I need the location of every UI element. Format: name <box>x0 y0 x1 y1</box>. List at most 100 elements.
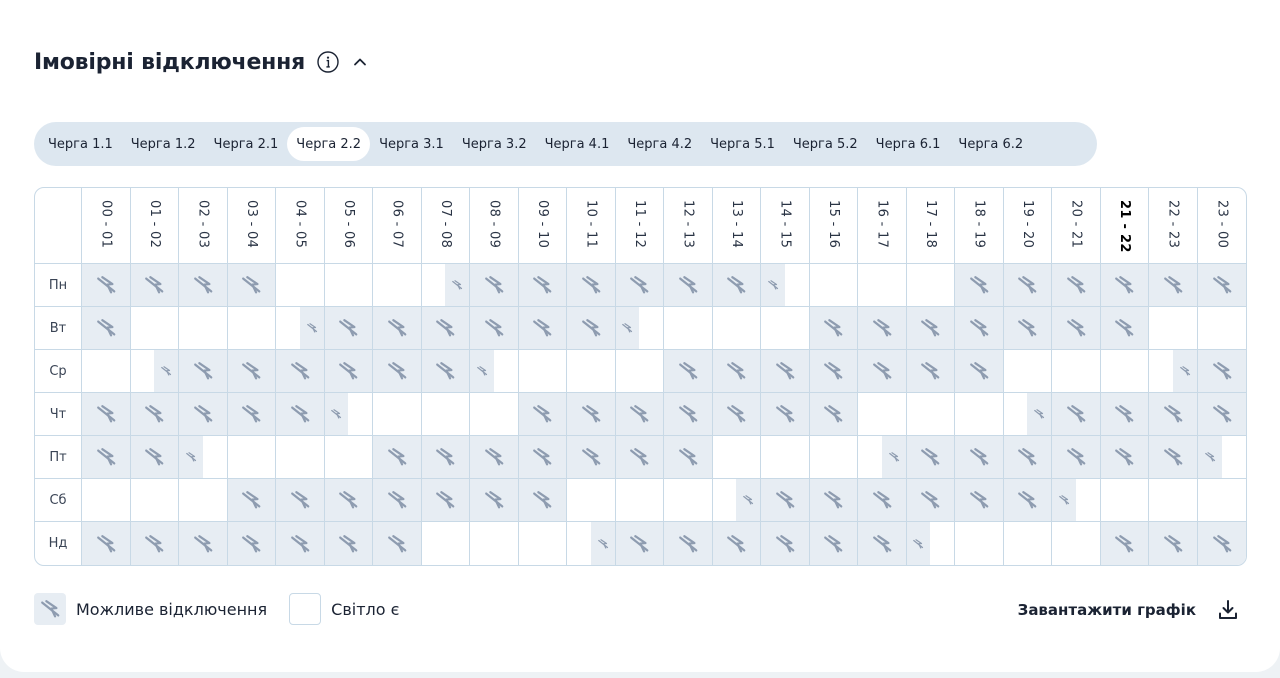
slot-outage <box>179 522 228 565</box>
hour-header: 08 - 09 <box>470 188 519 264</box>
lightning-off-icon <box>96 448 116 466</box>
lightning-off-icon <box>1163 534 1183 552</box>
slot-power-on <box>761 307 810 350</box>
lightning-off-icon <box>1066 448 1086 466</box>
lightning-off-icon <box>1163 276 1183 294</box>
slot-power-on <box>761 436 810 479</box>
outage-fill <box>955 436 1003 478</box>
lightning-off-icon <box>436 448 455 466</box>
slot-outage <box>955 307 1004 350</box>
slot-power-on <box>1100 479 1149 522</box>
lightning-off-icon <box>1018 319 1037 337</box>
slot-power-on <box>179 479 228 522</box>
outage-fill <box>955 307 1003 349</box>
slot-outage <box>470 436 519 479</box>
lightning-off-icon <box>1163 448 1183 466</box>
slot-power-on <box>82 479 131 522</box>
outage-fill <box>82 393 130 435</box>
outage-fill <box>324 479 372 521</box>
outage-fill <box>1100 307 1148 349</box>
tab-queue-3-1[interactable]: Черга 3.1 <box>370 127 453 161</box>
outage-fill <box>470 307 518 349</box>
tab-queue-6-1[interactable]: Черга 6.1 <box>867 127 950 161</box>
lightning-off-icon <box>242 491 261 509</box>
outage-fill <box>421 307 469 349</box>
slot-outage <box>373 479 422 522</box>
lightning-off-icon <box>1212 534 1232 552</box>
tab-queue-2-1[interactable]: Черга 2.1 <box>205 127 288 161</box>
info-icon[interactable] <box>317 51 339 73</box>
slot-outage <box>712 479 761 522</box>
hour-label: 08 - 09 <box>486 200 502 249</box>
tab-queue-1-2[interactable]: Черга 1.2 <box>122 127 205 161</box>
tab-queue-5-1[interactable]: Черга 5.1 <box>701 127 784 161</box>
lightning-off-icon <box>387 448 407 466</box>
outage-fill <box>518 479 566 521</box>
slot-outage <box>615 436 664 479</box>
outage-fill <box>809 479 857 521</box>
tab-queue-5-2[interactable]: Черга 5.2 <box>784 127 867 161</box>
lightning-off-icon <box>96 405 116 423</box>
outage-fill <box>1149 393 1197 435</box>
outage-fill <box>179 436 203 478</box>
outage-fill <box>276 479 324 521</box>
lightning-off-icon <box>743 495 754 505</box>
tab-queue-4-1[interactable]: Черга 4.1 <box>536 127 619 161</box>
lightning-off-icon <box>1204 452 1215 462</box>
chevron-up-icon[interactable] <box>353 55 367 69</box>
lightning-off-icon <box>193 362 213 380</box>
slot-power-on <box>1004 522 1052 565</box>
lightning-off-icon <box>193 276 213 294</box>
slot-power-on <box>1197 307 1246 350</box>
slot-power-on <box>615 350 664 393</box>
tab-queue-6-2[interactable]: Черга 6.2 <box>949 127 1032 161</box>
tab-queue-3-2[interactable]: Черга 3.2 <box>453 127 536 161</box>
legend-outage-swatch <box>34 593 66 625</box>
lightning-off-icon <box>161 366 172 376</box>
hour-label: 11 - 12 <box>631 200 647 249</box>
outage-fill <box>421 436 469 478</box>
slot-outage <box>567 436 616 479</box>
hour-label: 09 - 10 <box>534 200 550 249</box>
outage-fill <box>82 307 130 349</box>
lightning-off-icon <box>533 276 552 294</box>
outage-fill <box>1197 393 1246 435</box>
hour-label: 16 - 17 <box>874 200 890 249</box>
outage-fill <box>324 350 372 392</box>
outage-fill <box>470 264 518 306</box>
slot-power-on <box>276 264 325 307</box>
lightning-off-icon <box>581 319 601 337</box>
download-icon <box>1216 598 1240 622</box>
lightning-off-icon <box>678 534 698 552</box>
tab-queue-2-2[interactable]: Черга 2.2 <box>287 127 371 161</box>
slot-power-on <box>664 307 713 350</box>
tab-queue-1-1[interactable]: Черга 1.1 <box>39 127 122 161</box>
lightning-off-icon <box>678 276 698 294</box>
hour-label: 12 - 13 <box>680 200 696 249</box>
slot-outage <box>858 307 907 350</box>
slot-outage <box>906 479 955 522</box>
hour-label: 19 - 20 <box>1019 200 1035 249</box>
slot-outage <box>470 350 519 393</box>
hour-header: 07 - 08 <box>421 188 470 264</box>
outage-fill <box>445 264 469 306</box>
outage-fill <box>906 436 954 478</box>
outage-fill <box>615 393 663 435</box>
outage-fill <box>276 350 324 392</box>
outage-fill <box>761 522 809 565</box>
section-header: Імовірні відключення <box>34 46 367 78</box>
tab-queue-4-2[interactable]: Черга 4.2 <box>618 127 701 161</box>
slot-power-on <box>82 350 131 393</box>
slot-outage <box>1149 393 1198 436</box>
outage-fill <box>1052 479 1076 521</box>
lightning-off-icon <box>872 534 892 552</box>
day-label: Вт <box>35 307 82 350</box>
slot-outage <box>664 393 713 436</box>
slot-power-on <box>519 522 567 565</box>
download-schedule-button[interactable]: Завантажити графік <box>1018 596 1240 624</box>
lightning-off-icon <box>581 448 601 466</box>
outage-fill <box>1003 264 1051 306</box>
slot-outage <box>1149 264 1198 307</box>
lightning-off-icon <box>824 362 843 380</box>
hour-header: 13 - 14 <box>712 188 761 264</box>
